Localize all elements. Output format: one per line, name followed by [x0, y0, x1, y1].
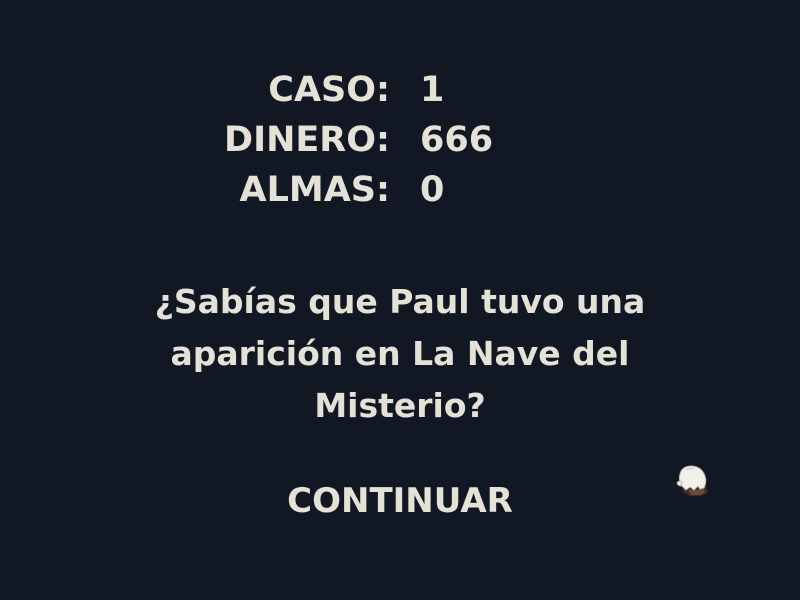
ghost-icon — [676, 465, 708, 496]
trivia-tip: ¿Sabías que Paul tuvo una aparición en L… — [154, 282, 646, 425]
stat-row-caso: CASO: 1 — [0, 70, 800, 120]
stats-panel: CASO: 1 DINERO: 666 ALMAS: 0 — [0, 70, 800, 220]
almas-value: 0 — [420, 170, 445, 210]
continue-button[interactable]: CONTINUAR — [250, 476, 550, 526]
dinero-value: 666 — [420, 120, 494, 160]
caso-value: 1 — [420, 70, 445, 110]
stat-row-almas: ALMAS: 0 — [0, 170, 800, 220]
stat-row-dinero: DINERO: 666 — [0, 120, 800, 170]
almas-label: ALMAS: — [239, 170, 390, 210]
dinero-label: DINERO: — [224, 120, 390, 160]
caso-label: CASO: — [268, 70, 390, 110]
